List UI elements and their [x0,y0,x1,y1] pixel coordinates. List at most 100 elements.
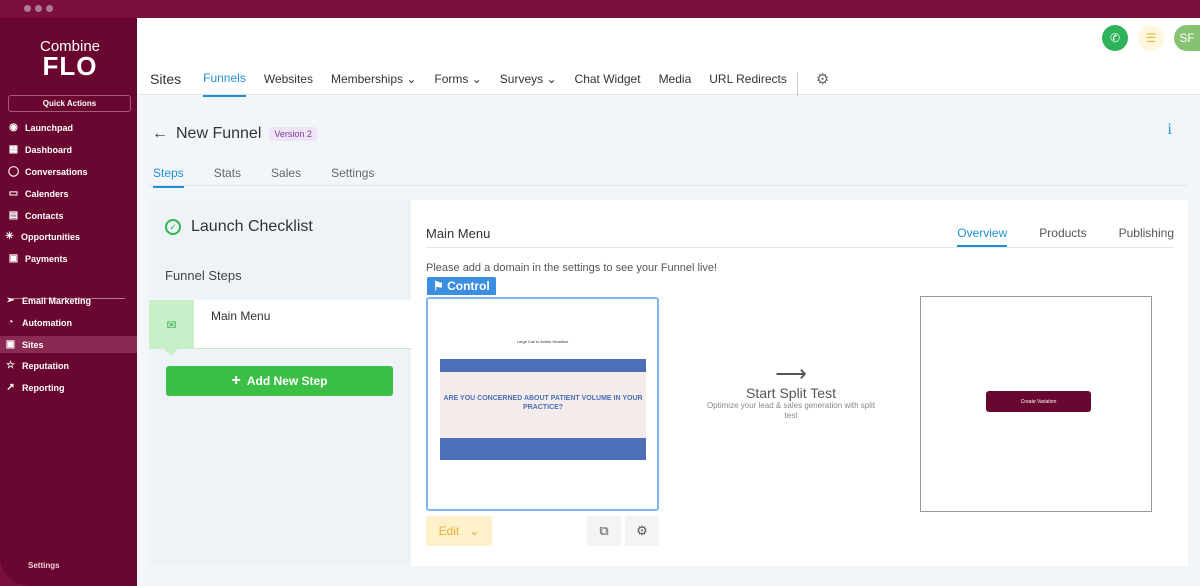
create-variation-button[interactable]: Create Variation [986,391,1091,412]
tab-websites[interactable]: Websites [264,72,313,96]
preview-hero: ARE YOU CONCERNED ABOUT PATIENT VOLUME I… [440,372,646,438]
gear-icon[interactable]: ⚙ [625,516,659,546]
sidebar-item-label: Calenders [25,188,69,199]
sites-nav: Sites Funnels Websites Memberships ⌄ For… [150,65,847,97]
sidebar-item-automation[interactable]: ◔ Automation [0,314,137,331]
sidebar: Combine FLO Quick Actions ◉ Launchpad ▦ Da… [0,18,137,586]
logo-line2: FLO [42,51,98,81]
window-controls[interactable] [24,5,53,12]
add-new-step-button[interactable]: + Add New Step [166,366,393,396]
sidebar-item-sites[interactable]: ▣ Sites [0,336,137,353]
sidebar-item-launchpad[interactable]: ◉ Launchpad [0,119,137,136]
sidebar-item-email-marketing[interactable]: ➢ Email Marketing [0,292,137,309]
tab-chat-widget[interactable]: Chat Widget [575,72,641,96]
main-area: ✆ ☰ SF Sites Funnels Websites Membership… [137,18,1200,586]
tab-funnels[interactable]: Funnels [203,71,246,97]
sidebar-settings[interactable]: Settings [28,561,60,570]
arrow-right-icon: ⟶ [775,361,807,386]
chevron-down-icon: ⌄ [469,524,480,538]
calendar-icon: ▭ [8,188,19,199]
sidebar-item-conversations[interactable]: ◯ Conversations [0,163,137,180]
funnel-header: ← New Funnel Version 2 [152,125,317,143]
plus-icon: + [231,372,241,389]
sidebar-item-label: Sites [22,339,44,350]
sidebar-item-label: Dashboard [25,144,73,155]
steps-panel: ✓ Launch Checklist Funnel Steps ✉ Main Me… [149,200,411,566]
grid-icon: ▦ [8,144,19,155]
sidebar-item-label: Conversations [25,166,88,177]
phone-icon[interactable]: ✆ [1102,25,1128,51]
tab-url-redirects[interactable]: URL Redirects [709,72,798,96]
receipt-icon: ▣ [8,253,19,264]
step-label: Main Menu [211,309,271,323]
sidebar-item-label: Opportunities [21,231,80,242]
sidebar-item-label: Contacts [25,210,64,221]
gear-icon[interactable]: ⚙ [816,70,829,98]
automation-icon: ◔ [7,317,14,328]
sidebar-item-reputation[interactable]: ☆ Reputation [0,357,137,374]
tab-forms[interactable]: Forms ⌄ [434,72,481,96]
notifications-icon[interactable]: ☰ [1138,25,1164,51]
step-tabs: Overview Products Publishing [957,226,1174,247]
sidebar-item-label: Launchpad [25,122,74,133]
funnel-steps-heading: Funnel Steps [165,268,242,283]
tab-memberships[interactable]: Memberships ⌄ [331,72,416,96]
split-test[interactable]: ⟶ Start Split Test Optimize your lead & … [701,363,881,421]
header: ✆ ☰ SF Sites Funnels Websites Membership… [137,18,1200,97]
variation-card: Create Variation [920,296,1152,512]
sidebar-item-calenders[interactable]: ▭ Calenders [0,185,137,202]
tab-publishing[interactable]: Publishing [1119,226,1174,247]
step-main-menu[interactable]: ✉ Main Menu [149,300,411,356]
lightbulb-icon: ◉ [9,122,18,133]
tab-overview[interactable]: Overview [957,226,1008,247]
external-link-icon[interactable]: ⧉ [587,516,621,546]
quick-actions-button[interactable]: Quick Actions [8,95,131,112]
sidebar-item-contacts[interactable]: ▤ Contacts [0,207,137,224]
split-test-subtitle: Optimize your lead & sales generation wi… [706,401,876,420]
divider [426,247,1174,248]
preview-headline: Large Call to Action Headline [516,339,569,344]
control-label: ⚑ Control [427,277,496,295]
sidebar-item-label: Payments [25,253,68,264]
sidebar-item-opportunities[interactable]: ✳ Opportunities [0,228,137,245]
edit-button[interactable]: Edit ⌄ [426,516,492,546]
launch-checklist[interactable]: ✓ Launch Checklist [165,218,313,236]
preview-banner [440,438,646,460]
tab-divider [149,185,1189,186]
sidebar-item-payments[interactable]: ▣ Payments [0,250,137,267]
step-detail-panel: Main Menu Overview Products Publishing P… [411,200,1188,566]
sidebar-item-label: Reporting [22,382,65,393]
tab-media[interactable]: Media [659,72,692,96]
contacts-icon: ▤ [8,210,19,221]
window-titlebar [0,0,1200,20]
tab-surveys[interactable]: Surveys ⌄ [500,72,557,96]
envelope-icon: ✉ [149,300,194,356]
logo: Combine FLO [30,38,110,81]
info-icon[interactable]: i [1168,121,1172,139]
page-preview-card[interactable]: Large Call to Action Headline ARE YOU CO… [426,297,659,511]
preview-navbar [440,359,646,372]
sidebar-item-reporting[interactable]: ↗ Reporting [0,379,137,396]
sparkle-icon: ✳ [5,231,14,242]
split-test-title: Start Split Test [745,385,836,401]
check-circle-icon: ✓ [165,219,181,235]
back-arrow-icon[interactable]: ← [152,125,168,143]
browser-icon: ▣ [5,339,16,350]
trend-icon: ↗ [6,382,15,393]
sidebar-item-label: Email Marketing [22,295,92,306]
edit-label: Edit [438,524,460,538]
send-icon: ➢ [6,295,15,306]
add-step-label: Add New Step [246,374,328,388]
flag-icon: ⚑ [433,279,448,293]
domain-warning: Please add a domain in the settings to s… [426,262,718,274]
step-title: Main Menu [426,226,491,241]
sidebar-item-label: Reputation [22,360,69,371]
page-title: Sites [150,71,182,87]
sidebar-item-dashboard[interactable]: ▦ Dashboard [0,141,137,158]
funnel-title: New Funnel [176,125,262,142]
checklist-label: Launch Checklist [191,218,313,235]
avatar[interactable]: SF [1174,25,1200,51]
control-text: Control [447,279,490,293]
version-badge: Version 2 [269,127,317,141]
tab-products[interactable]: Products [1039,226,1086,247]
